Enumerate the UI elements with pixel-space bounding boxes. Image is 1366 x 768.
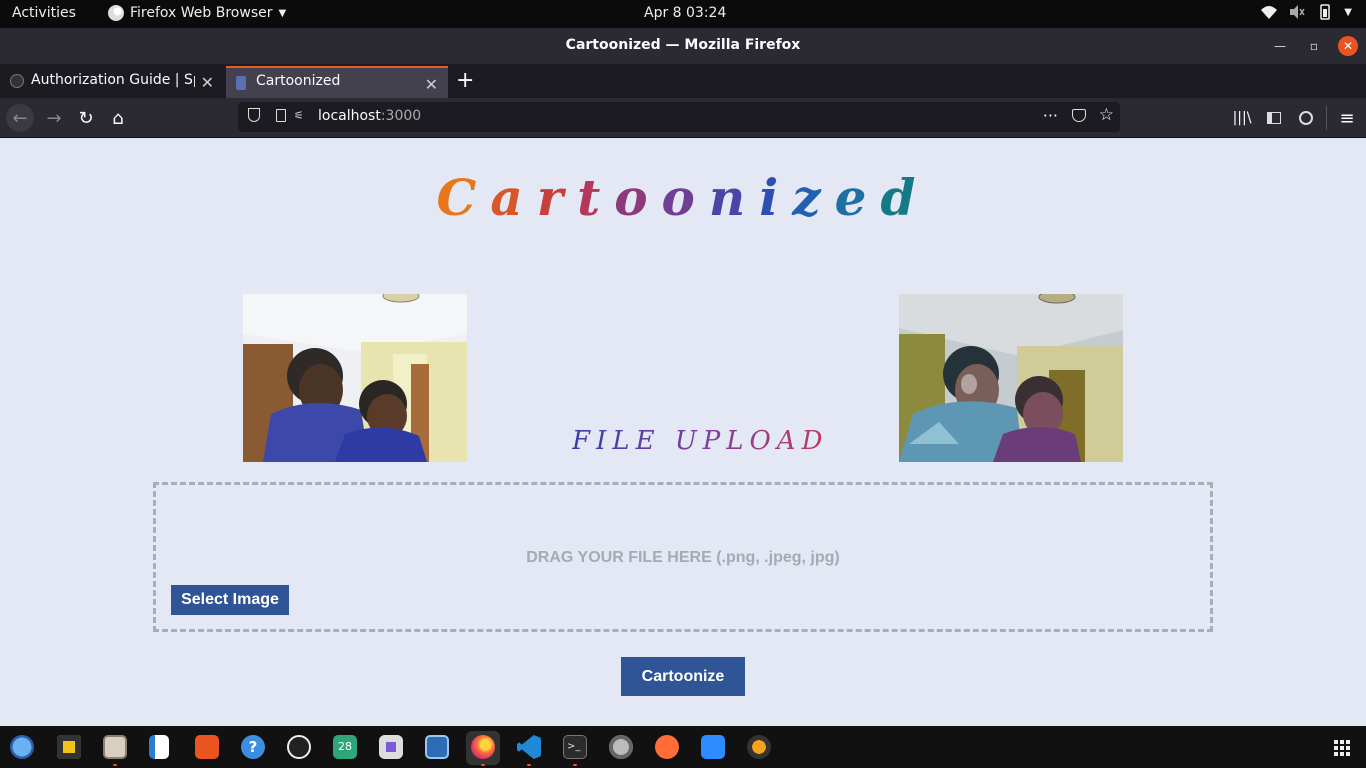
arrow-left-icon: ←: [12, 107, 28, 129]
running-indicator: [573, 764, 577, 766]
back-button[interactable]: ←: [6, 104, 34, 132]
url-host: localhost: [318, 108, 381, 124]
page-icon: [236, 76, 246, 90]
hamburger-icon: ≡: [1339, 107, 1355, 129]
page-info-icon[interactable]: [276, 109, 286, 122]
zoom-icon[interactable]: [701, 735, 725, 759]
forward-button[interactable]: →: [40, 104, 68, 132]
dock: ? 28 >_: [0, 726, 1366, 768]
help-icon[interactable]: ?: [241, 735, 265, 759]
maximize-button[interactable]: ▫: [1304, 36, 1324, 56]
activities-button[interactable]: Activities: [12, 5, 76, 21]
app-menu[interactable]: Firefox Web Browser ▼: [108, 5, 286, 21]
gnome-top-bar: Activities Firefox Web Browser ▼ Apr 8 0…: [0, 0, 1366, 28]
screenshot-icon[interactable]: [379, 735, 403, 759]
sidebar-icon: [1267, 112, 1281, 124]
brand-letter: t: [577, 168, 615, 227]
permissions-icon[interactable]: ⚟: [294, 109, 304, 122]
file-drop-zone[interactable]: DRAG YOUR FILE HERE (.png, .jpeg, jpg) S…: [153, 482, 1213, 632]
system-tray[interactable]: ▼: [1260, 4, 1352, 20]
reload-icon: ↻: [78, 107, 94, 129]
cartoonized-photo: [899, 294, 1123, 462]
more-actions-icon[interactable]: ···: [1043, 106, 1058, 125]
url-text: localhost:3000: [318, 108, 421, 124]
thunderbird-icon[interactable]: [10, 735, 34, 759]
running-indicator: [113, 764, 117, 766]
home-icon: ⌂: [112, 107, 124, 129]
vscode-icon[interactable]: [517, 735, 541, 759]
rhythmbox-icon[interactable]: [57, 735, 81, 759]
web-page: Cartoonized FILE UPLOAD DRAG YOUR FILE H…: [0, 138, 1366, 726]
show-applications-icon[interactable]: [1334, 740, 1350, 756]
brand-letter: n: [708, 168, 760, 227]
obs-icon[interactable]: [287, 735, 311, 759]
brand-letter: e: [834, 168, 881, 227]
postman-icon[interactable]: [655, 735, 679, 759]
firefox-icon: [108, 5, 124, 21]
cartoonize-button[interactable]: Cartoonize: [621, 657, 745, 696]
tab-strip: Authorization Guide | Spotify ✕ Cartooni…: [0, 64, 1366, 98]
running-indicator: [527, 764, 531, 766]
original-photo: [243, 294, 467, 462]
app-icon[interactable]: [425, 735, 449, 759]
url-bar[interactable]: ⚟ localhost:3000 ··· ☆: [238, 102, 1120, 132]
brand-letter: C: [436, 168, 491, 227]
library-button[interactable]: |||\: [1228, 104, 1256, 132]
navigation-toolbar: ← → ↻ ⌂ ⚟ localhost:3000 ··· ☆ |||\ ≡: [0, 98, 1366, 138]
brand-letter: r: [536, 168, 578, 227]
select-image-button[interactable]: Select Image: [171, 585, 289, 615]
bookmark-star-icon[interactable]: ☆: [1099, 105, 1114, 125]
wifi-icon: [1261, 6, 1278, 19]
app-menu-label: Firefox Web Browser: [130, 5, 273, 21]
arrow-right-icon: →: [46, 107, 62, 129]
home-button[interactable]: ⌂: [104, 104, 132, 132]
account-button[interactable]: [1292, 104, 1320, 132]
brand-title: Cartoonized: [0, 168, 1366, 227]
new-tab-button[interactable]: +: [456, 68, 474, 93]
chevron-down-icon: ▼: [278, 7, 287, 19]
software-icon[interactable]: [195, 735, 219, 759]
calendar-icon[interactable]: 28: [333, 735, 357, 759]
terminal-icon[interactable]: >_: [563, 735, 587, 759]
settings-icon[interactable]: [609, 735, 633, 759]
window-titlebar: Cartoonized — Mozilla Firefox — ▫ ✕: [0, 28, 1366, 64]
running-indicator: [481, 764, 485, 766]
spotify-icon: [10, 74, 24, 88]
close-tab-icon[interactable]: ✕: [425, 75, 438, 94]
toolbar-divider: [1326, 106, 1327, 130]
firefox-icon[interactable]: [471, 735, 495, 759]
brand-letter: a: [490, 168, 537, 227]
tab-label: Cartoonized: [256, 73, 341, 89]
clock[interactable]: Apr 8 03:24: [644, 5, 726, 21]
menu-button[interactable]: ≡: [1333, 104, 1361, 132]
sidebar-button[interactable]: [1260, 104, 1288, 132]
volume-icon: [1290, 5, 1305, 19]
account-icon: [1299, 111, 1313, 125]
window-title: Cartoonized — Mozilla Firefox: [565, 37, 801, 53]
brand-letter: d: [880, 168, 930, 227]
brand-letter: z: [792, 168, 835, 227]
flstudio-icon[interactable]: [747, 735, 771, 759]
tab-label: Authorization Guide | Spotify: [31, 72, 195, 88]
writer-icon[interactable]: [149, 735, 169, 759]
url-port: :3000: [380, 108, 422, 124]
brand-letter: i: [759, 168, 793, 227]
shield-icon[interactable]: [248, 108, 260, 122]
tab-authorization-guide[interactable]: Authorization Guide | Spotify ✕: [0, 66, 224, 98]
close-tab-icon[interactable]: ✕: [201, 73, 214, 92]
pocket-icon[interactable]: [1072, 109, 1086, 122]
battery-icon: [1320, 4, 1331, 20]
brand-letter: o: [661, 168, 709, 227]
drop-zone-hint: DRAG YOUR FILE HERE (.png, .jpeg, jpg): [526, 549, 840, 566]
minimize-button[interactable]: —: [1270, 36, 1290, 56]
close-window-button[interactable]: ✕: [1338, 36, 1358, 56]
reload-button[interactable]: ↻: [72, 104, 100, 132]
file-upload-heading: FILE UPLOAD: [572, 426, 829, 456]
files-icon[interactable]: [103, 735, 127, 759]
tab-cartoonized[interactable]: Cartoonized ✕: [226, 66, 448, 98]
brand-letter: o: [614, 168, 662, 227]
library-icon: |||\: [1232, 110, 1252, 126]
chevron-down-icon: ▼: [1344, 6, 1352, 18]
